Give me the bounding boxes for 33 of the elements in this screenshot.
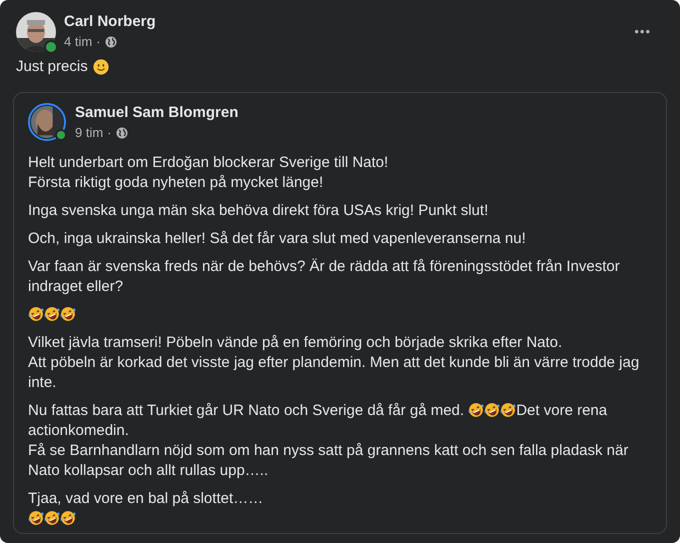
laughing-emoji-icon — [500, 402, 516, 418]
author-name[interactable]: Samuel Sam Blomgren — [75, 104, 238, 122]
post-text: Var faan är svenska freds när de behövs? Är de rädda att få föreningsstödet från Investor indraget eller? — [28, 258, 620, 295]
globe-icon — [116, 126, 128, 138]
post-text: Det vore rena — [516, 402, 608, 419]
globe-icon — [104, 36, 117, 48]
post-text: Nu fattas bara att Turkiet går UR Nato och Sverige då får gå med. — [28, 402, 466, 419]
laughing-emoji-icon — [468, 402, 484, 418]
post-text: Vilket jävla tramseri! Pöbeln vände på en femöring och började skrika efter Nato. — [28, 334, 562, 351]
post-text: Att pöbeln är korkad det visste jag efter plandemin. Men att det kunde bli än värre trodde jag inte. — [28, 354, 640, 391]
post-text: Inga svenska unga män ska behöva direkt föra USAs krig! Punkt slut! — [28, 202, 488, 219]
laughing-emoji-icon — [44, 306, 60, 322]
post-text: Tjaa, vad vore en bal på slottet…… — [28, 490, 264, 507]
laughing-emoji-icon — [484, 402, 500, 418]
separator-dot: · — [96, 34, 101, 49]
shared-post-card[interactable] — [13, 92, 667, 534]
post-text: Första riktigt goda nyheten på mycket länge! — [28, 174, 324, 191]
post-time[interactable]: 4 tim — [64, 34, 92, 49]
laughing-emoji-icon — [44, 510, 60, 526]
post-text: Just precis — [16, 58, 88, 75]
post-time[interactable]: 9 tim — [75, 125, 104, 140]
post-text: Helt underbart om Erdoğan blockerar Sverige till Nato! — [28, 154, 388, 171]
separator-dot: · — [107, 125, 112, 140]
post-text: actionkomedin. — [28, 422, 129, 439]
more-options-button[interactable]: ••• — [630, 20, 655, 43]
laughing-emoji-icon — [28, 510, 44, 526]
author-name[interactable]: Carl Norberg — [64, 13, 156, 31]
post-text: Få se Barnhandlarn nöjd som om han nyss satt på grannens katt och sen falla pladask när Nato kollapsar och allt rullas upp….. — [28, 442, 628, 479]
laughing-emoji-icon — [28, 306, 44, 322]
laughing-emoji-icon — [60, 510, 76, 526]
post-text: Och, inga ukrainska heller! Så det får vara slut med vapenleveranserna nu! — [28, 230, 526, 247]
laughing-emoji-icon — [60, 306, 76, 322]
smile-emoji-icon — [92, 58, 109, 74]
